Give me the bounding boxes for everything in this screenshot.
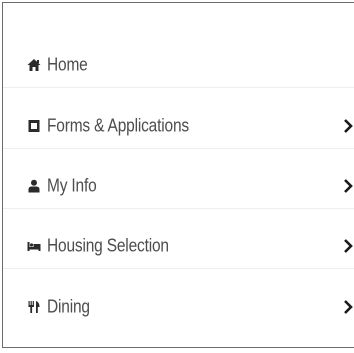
divider [3, 148, 354, 149]
form-icon [27, 119, 41, 133]
home-icon [27, 58, 41, 72]
sidebar-item-housing-selection[interactable]: Housing Selection [3, 226, 354, 266]
sidebar-item-label: Home [47, 54, 88, 75]
sidebar-item-label: Forms & Applications [47, 115, 189, 136]
sidebar-item-forms-applications[interactable]: Forms & Applications [3, 106, 354, 146]
divider [3, 268, 354, 269]
sidebar-item-label: Housing Selection [47, 235, 169, 256]
sidebar-item-my-info[interactable]: My Info [3, 166, 354, 206]
sidebar-nav: Home Forms & Applications My Info Housin… [2, 2, 354, 348]
divider [3, 87, 354, 88]
sidebar-item-label: My Info [47, 175, 97, 196]
chevron-right-icon [343, 299, 353, 315]
divider [3, 208, 354, 209]
user-icon [27, 179, 41, 193]
sidebar-item-dining[interactable]: Dining [3, 287, 354, 327]
utensils-icon [27, 300, 41, 314]
chevron-right-icon [343, 178, 353, 194]
sidebar-item-home[interactable]: Home [3, 45, 354, 85]
sidebar-item-label: Dining [47, 296, 90, 317]
bed-icon [27, 239, 41, 253]
chevron-right-icon [343, 118, 353, 134]
chevron-right-icon [343, 238, 353, 254]
